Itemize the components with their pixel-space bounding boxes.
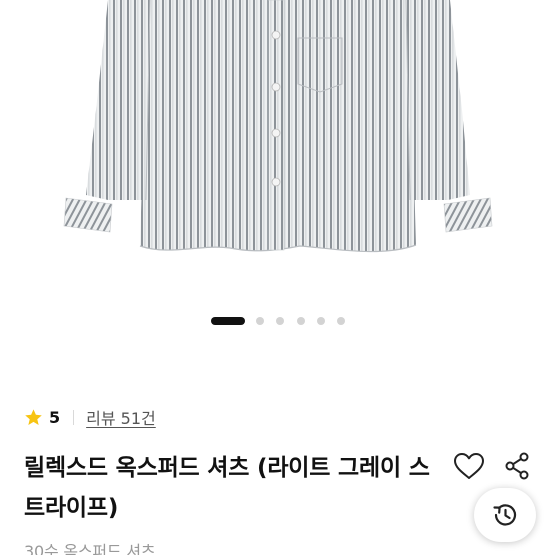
carousel-dot-active[interactable] [211,317,245,325]
like-button[interactable] [450,449,488,483]
history-icon [493,504,517,526]
rating-row: 5 리뷰 51건 [24,404,156,430]
product-image[interactable] [0,0,555,300]
carousel-dot[interactable] [297,317,305,325]
share-button[interactable] [500,449,534,483]
divider [73,409,75,425]
carousel-dot[interactable] [276,317,284,325]
carousel-dot[interactable] [337,317,345,325]
star-icon [24,408,43,427]
shirt-illustration [63,0,493,253]
carousel-indicator [0,316,555,328]
product-subtitle: 30수 옥스퍼드 셔츠 [24,542,156,555]
product-title: 릴렉스드 옥스퍼드 셔츠 (라이트 그레이 스트라이프) [24,455,430,521]
carousel-dot[interactable] [256,317,264,325]
share-icon [505,452,529,480]
carousel-dot[interactable] [317,317,325,325]
heart-outline-icon [454,453,484,479]
rating-value: 5 [49,407,61,427]
history-button[interactable] [474,488,536,542]
review-count-link[interactable]: 리뷰 51건 [86,405,156,429]
